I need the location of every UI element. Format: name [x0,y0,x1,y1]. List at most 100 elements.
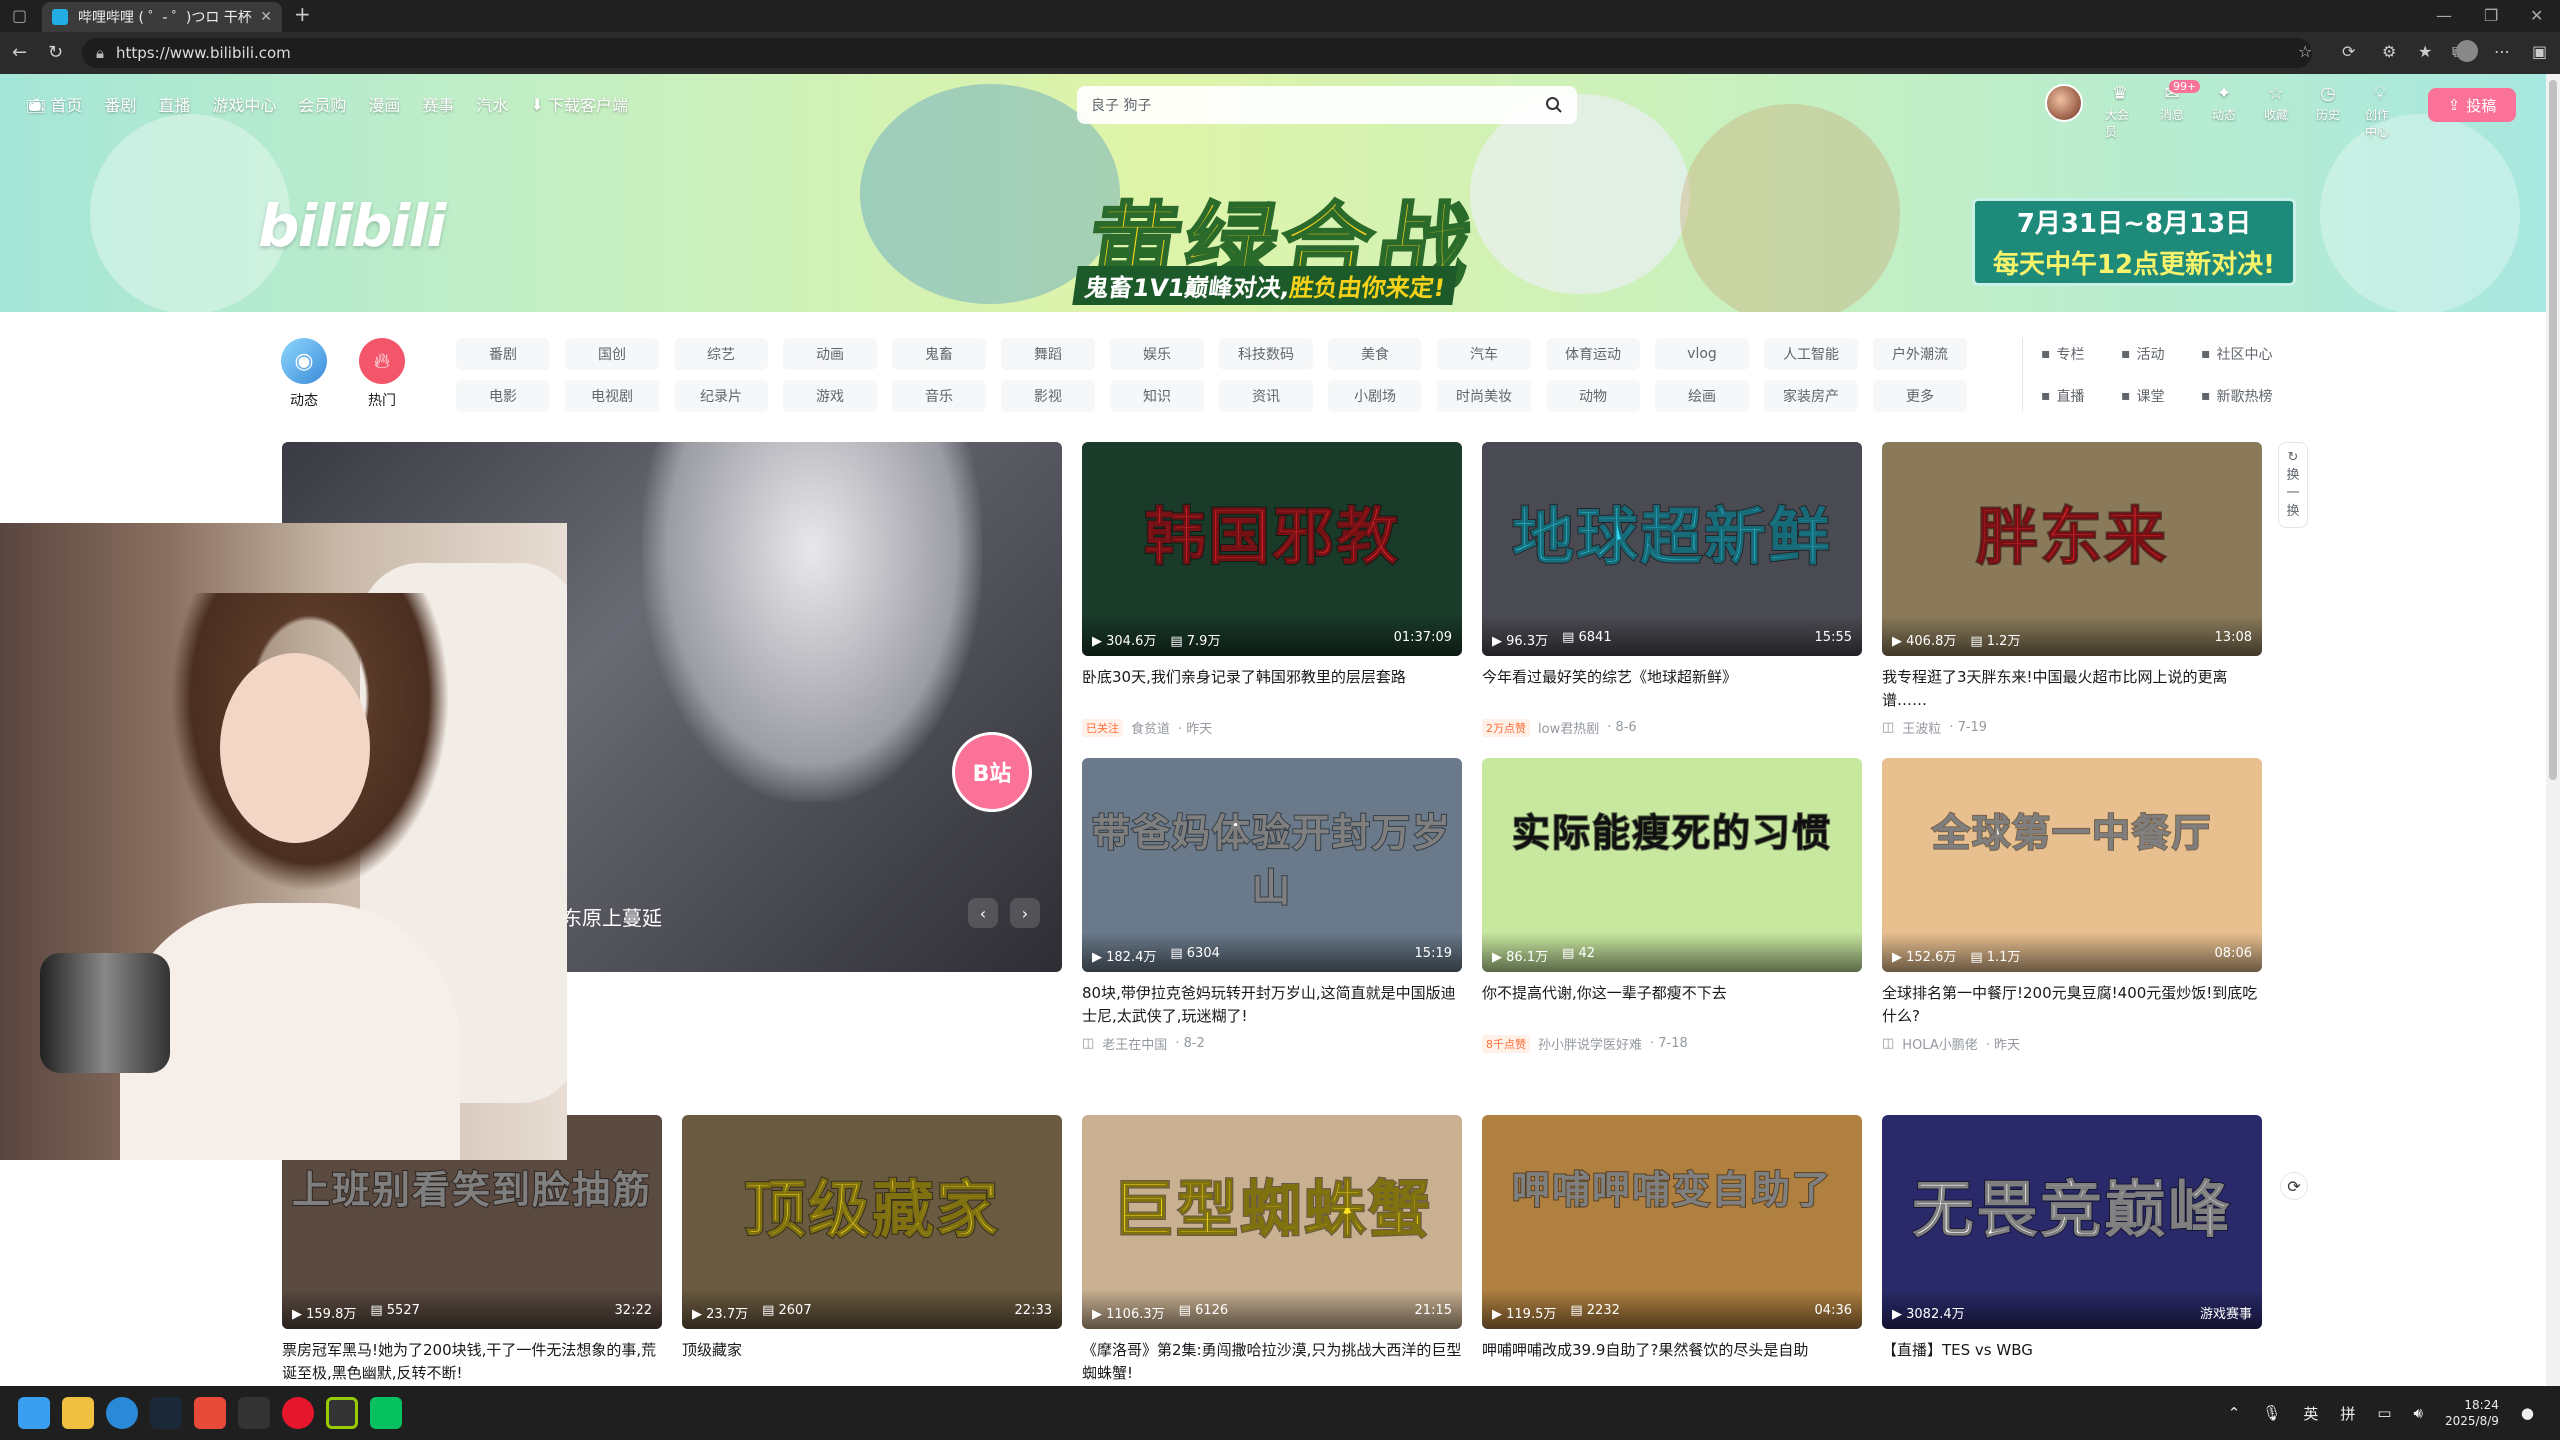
scrollbar[interactable] [2546,74,2560,1386]
channel-chip-23[interactable]: 时尚美妆 [1437,380,1531,412]
channel-chip-13[interactable]: 户外潮流 [1873,338,1967,370]
edge-icon[interactable] [106,1397,138,1429]
channel-chip-8[interactable]: 美食 [1328,338,1422,370]
reload-icon[interactable]: ↻ [48,42,63,63]
obs-icon[interactable] [238,1397,270,1429]
topnav-item-2[interactable]: 直播 [158,92,190,116]
channel-chip-14[interactable]: 电影 [456,380,550,412]
video-title[interactable]: 【直播】TES vs WBG [1882,1339,2262,1385]
app2-icon[interactable] [326,1397,358,1429]
new-tab-icon[interactable]: + [294,2,311,26]
video-author[interactable]: 王波粒 [1902,718,1941,737]
video-card[interactable]: 胖东来 ▶ 406.8万 ▤ 1.2万 13:08 我专程逛了3天胖东来!中国最火超市比… [1882,442,2262,737]
app-icon[interactable] [194,1397,226,1429]
hero-next-button[interactable]: › [1010,898,1040,928]
video-author[interactable]: low君热剧 [1538,718,1599,737]
topnav-item-4[interactable]: 会员购 [298,92,346,116]
window-menu-icon[interactable]: ▢ [12,6,27,25]
dynamic-channel[interactable]: ◉ 动态 [280,338,328,410]
channel-chip-24[interactable]: 动物 [1546,380,1640,412]
file-explorer-icon[interactable] [62,1397,94,1429]
video-card[interactable]: 无畏竞巅峰▶ 3082.4万游戏赛事【直播】TES vs WBG直播中 [1882,1115,2262,1411]
video-thumbnail[interactable]: 胖东来 ▶ 406.8万 ▤ 1.2万 13:08 [1882,442,2262,656]
video-thumbnail[interactable]: 全球第一中餐厅 ▶ 152.6万 ▤ 1.1万 08:06 [1882,758,2262,972]
channel-chip-21[interactable]: 资讯 [1219,380,1313,412]
upload-button[interactable]: ⇪ 投稿 [2428,88,2516,122]
video-title[interactable]: 我专程逛了3天胖东来!中国最火超市比网上说的更离谱…… [1882,666,2262,712]
rightnav-item-5[interactable]: 💡︎ 创作中心 [2365,84,2395,140]
volume-icon[interactable]: 🔊︎ [2414,1404,2423,1422]
netease-music-icon[interactable] [282,1397,314,1429]
channel-chip-19[interactable]: 影视 [1001,380,1095,412]
video-card[interactable]: 实际能瘦死的习惯 ▶ 86.1万 ▤ 42 你不提高代谢,你这一辈子都瘦不下去 8千点赞… [1482,758,1862,1053]
video-author[interactable]: HOLA小鹏佬 [1902,1034,1977,1053]
back-icon[interactable]: ← [12,42,27,63]
video-title[interactable]: 票房冠军黑马!她为了200块钱,干了一件无法想象的事,荒诞至极,黑色幽默,反转不… [282,1339,662,1385]
hot-channel[interactable]: 🔥︎ 热门 [358,338,406,410]
user-avatar[interactable] [2045,84,2083,122]
video-title[interactable]: 全球排名第一中餐厅!200元臭豆腐!400元蛋炒饭!到底吃什么? [1882,982,2262,1028]
channel-chip-18[interactable]: 音乐 [892,380,986,412]
video-card[interactable]: 巨型蜘蛛蟹 ▶ 1106.3万 ▤ 6126 21:15 《摩洛哥》第2集:勇闯撒哈拉沙… [1082,1115,1462,1391]
video-thumbnail[interactable]: 顶级藏家 ▶ 23.7万 ▤ 2607 22:33 [682,1115,1062,1329]
minimize-icon[interactable]: — [2436,6,2452,25]
more-menu-icon[interactable]: ⋯ [2494,42,2510,61]
topnav-item-3[interactable]: 游戏中心 [212,92,276,116]
video-title[interactable]: 《摩洛哥》第2集:勇闯撒哈拉沙漠,只为挑战大西洋的巨型蜘蛛蟹! [1082,1339,1462,1385]
tray-up-icon[interactable]: ⌃ [2228,1404,2241,1422]
channel-chip-7[interactable]: 科技数码 [1219,338,1313,370]
refresh-button[interactable]: ↻ 换 一 换 [2278,442,2308,528]
channel-chip-2[interactable]: 综艺 [674,338,768,370]
side-link-4[interactable]: ▪ 课堂 [2121,380,2201,412]
video-thumbnail[interactable]: 带爸妈体验开封万岁山 ▶ 182.4万 ▤ 6304 15:19 [1082,758,1462,972]
topnav-item-7[interactable]: 汽水 [476,92,508,116]
channel-chip-22[interactable]: 小剧场 [1328,380,1422,412]
video-card[interactable]: 韩国邪教 ▶ 304.6万 ▤ 7.9万 01:37:09 卧底30天,我们亲身记录了韩… [1082,442,1462,737]
video-thumbnail[interactable]: 韩国邪教 ▶ 304.6万 ▤ 7.9万 01:37:09 [1082,442,1462,656]
video-title[interactable]: 卧底30天,我们亲身记录了韩国邪教里的层层套路 [1082,666,1462,712]
video-card[interactable]: 带爸妈体验开封万岁山 ▶ 182.4万 ▤ 6304 15:19 80块,带伊拉克爸妈玩… [1082,758,1462,1053]
video-author[interactable]: 孙小胖说学医好难 [1538,1034,1642,1053]
channel-chip-20[interactable]: 知识 [1110,380,1204,412]
rightnav-item-0[interactable]: ♛ 大会员 [2105,84,2135,140]
video-card[interactable]: 呷哺呷哺变自助了 ▶ 119.5万 ▤ 2232 04:36 呷哺呷哺改成39.9自助了… [1482,1115,1862,1391]
channel-chip-4[interactable]: 鬼畜 [892,338,986,370]
channel-chip-27[interactable]: 更多 [1873,380,1967,412]
clock[interactable]: 18:24 2025/8/9 [2445,1397,2499,1429]
topnav-item-1[interactable]: 番剧 [104,92,136,116]
sidebar-toggle-icon[interactable]: ▣ [2532,42,2547,61]
hero-title[interactable]: 东原上蔓延 [562,902,662,931]
rightnav-item-2[interactable]: ✦ 动态 [2209,84,2239,123]
video-author[interactable]: 老王在中国 [1102,1034,1167,1053]
channel-chip-5[interactable]: 舞蹈 [1001,338,1095,370]
wechat-icon[interactable] [370,1397,402,1429]
channel-chip-1[interactable]: 国创 [565,338,659,370]
search-icon[interactable] [1545,96,1563,114]
channel-chip-26[interactable]: 家装房产 [1764,380,1858,412]
channel-chip-6[interactable]: 娱乐 [1110,338,1204,370]
tracking-icon[interactable]: ⚙ [2382,42,2396,61]
close-window-icon[interactable]: ✕ [2530,6,2543,25]
video-thumbnail[interactable]: 实际能瘦死的习惯 ▶ 86.1万 ▤ 42 [1482,758,1862,972]
favorite-star-icon[interactable]: ☆ [2298,42,2312,61]
windows-start-icon[interactable] [18,1397,50,1429]
video-card[interactable]: 顶级藏家 ▶ 23.7万 ▤ 2607 22:33 顶级藏家 [682,1115,1062,1391]
url-field[interactable]: 🔒︎ https://www.bilibili.com [82,38,2312,68]
channel-chip-25[interactable]: 绘画 [1655,380,1749,412]
video-author[interactable]: 食贫道 [1131,718,1170,737]
ime-label[interactable]: 英 [2303,1403,2318,1424]
channel-chip-3[interactable]: 动画 [783,338,877,370]
channel-chip-15[interactable]: 电视剧 [565,380,659,412]
side-link-0[interactable]: ▪ 专栏 [2041,338,2121,370]
network-icon[interactable]: ▭ [2377,1404,2391,1422]
topnav-item-0[interactable]: 📺︎ 首页 [26,92,82,116]
notification-icon[interactable]: ● [2521,1404,2534,1422]
video-card[interactable]: 地球超新鲜 ▶ 96.3万 ▤ 6841 15:55 今年看过最好笑的综艺《地球超新鲜》… [1482,442,1862,737]
topnav-item-6[interactable]: 赛事 [422,92,454,116]
search-box[interactable]: 良子 狗子 [1077,86,1577,124]
mic-icon[interactable]: 🎙︎ [2262,1404,2281,1422]
side-link-2[interactable]: ▪ 社区中心 [2201,338,2311,370]
extension-icon[interactable]: ⟳ [2342,42,2355,61]
channel-chip-12[interactable]: 人工智能 [1764,338,1858,370]
video-title[interactable]: 呷哺呷哺改成39.9自助了?果然餐饮的尽头是自助 [1482,1339,1862,1385]
